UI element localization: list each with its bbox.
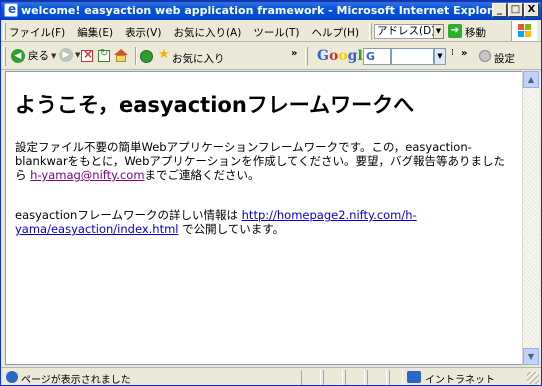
status-bar: ページが表示されました イントラネット <box>1 367 541 386</box>
title-bar[interactable]: welcome! easyaction web application fram… <box>1 1 541 20</box>
forward-arrow-icon: ▶ <box>59 48 73 62</box>
google-overflow-icon[interactable]: » <box>461 48 467 59</box>
back-dropdown-icon[interactable]: ▼ <box>51 52 56 60</box>
page-heading: ようこそ，easyactionフレームワークへ <box>15 93 415 117</box>
menu-items: ファイル(F) 編集(E) 表示(V) お気に入り(A) ツール(T) ヘルプ(… <box>9 25 359 40</box>
forward-dropdown-icon[interactable]: ▼ <box>75 51 80 59</box>
info-text-start: easyactionフレームワークの詳しい情報は <box>15 208 242 222</box>
intro-text-end: までご連絡ください。 <box>144 168 260 182</box>
windows-logo-icon <box>511 21 537 41</box>
page-content: ようこそ，easyactionフレームワークへ 設定ファイル不要の簡単Webアプ… <box>5 71 525 365</box>
minimize-button[interactable]: _ <box>492 3 507 17</box>
status-cell <box>345 370 365 385</box>
google-search-button[interactable]: G <box>363 48 391 65</box>
forward-button[interactable]: ▶ ▼ <box>59 48 80 62</box>
google-logo-letter: g <box>347 48 358 64</box>
browser-window: welcome! easyaction web application fram… <box>0 0 542 386</box>
page-done-icon <box>6 371 18 383</box>
settings-gear-icon[interactable] <box>479 50 491 62</box>
menu-favorites[interactable]: お気に入り(A) <box>173 25 241 40</box>
go-button[interactable]: 移動 <box>465 25 486 40</box>
ie-icon <box>4 1 18 19</box>
scroll-up-arrow-icon[interactable]: ▲ <box>523 71 539 88</box>
settings-button[interactable]: 設定 <box>494 51 515 66</box>
favorites-star-icon[interactable]: ★ <box>158 47 170 62</box>
info-paragraph: easyactionフレームワークの詳しい情報は http://homepage… <box>15 208 513 236</box>
status-text: ページが表示されました <box>21 375 131 386</box>
refresh-icon[interactable] <box>98 48 110 62</box>
toolbar-overflow-icon[interactable]: » <box>291 48 297 59</box>
back-label: 戻る <box>28 50 49 62</box>
google-logo-letter: o <box>328 48 339 64</box>
security-zone-label: イントラネット <box>425 375 495 386</box>
menu-file[interactable]: ファイル(F) <box>9 25 65 40</box>
google-logo-letter: G <box>317 48 329 64</box>
scrollbar-track[interactable] <box>523 88 539 348</box>
menu-view[interactable]: 表示(V) <box>125 25 161 40</box>
menu-bar: ファイル(F) 編集(E) 表示(V) お気に入り(A) ツール(T) ヘルプ(… <box>1 21 541 42</box>
intro-paragraph: 設定ファイル不要の簡単Webアプリケーションフレームワークです。この，easya… <box>15 140 513 182</box>
status-cell <box>389 370 403 385</box>
google-logo-letter: o <box>338 48 348 64</box>
status-cell <box>323 370 343 385</box>
toolbar-grip[interactable] <box>3 47 6 66</box>
menubar-grip[interactable] <box>3 23 6 40</box>
maximize-button[interactable]: □ <box>508 3 523 17</box>
menu-tools[interactable]: ツール(T) <box>253 25 299 40</box>
contact-email-link[interactable]: h-yamag@nifty.com <box>30 168 144 182</box>
go-arrow-icon[interactable]: ➔ <box>448 24 462 38</box>
toolbar-separator <box>135 47 137 65</box>
close-button[interactable]: X <box>524 3 539 17</box>
standard-toolbar: ◀ 戻る ▼ ▶ ▼ ★ お気に入り » Google G ▼ ⁞ » 設定 <box>1 43 541 70</box>
home-icon[interactable] <box>114 49 129 62</box>
google-options-icon[interactable]: ⁞ <box>451 48 454 58</box>
window-title: welcome! easyaction web application fram… <box>21 4 506 17</box>
menu-edit[interactable]: 編集(E) <box>77 25 113 40</box>
google-toolbar-grip[interactable] <box>305 47 308 66</box>
info-text-end: で公開しています。 <box>178 222 285 236</box>
status-cell <box>367 370 387 385</box>
stop-icon[interactable] <box>81 47 93 62</box>
back-button[interactable]: ◀ 戻る ▼ <box>11 48 56 63</box>
history-icon[interactable] <box>140 50 153 63</box>
intranet-zone-icon <box>407 371 421 383</box>
window-controls: _ □ X <box>492 3 539 17</box>
favorites-button[interactable]: お気に入り <box>172 51 225 66</box>
address-bar-label[interactable]: アドレス(D) <box>374 24 439 39</box>
menu-help[interactable]: ヘルプ(H) <box>311 25 359 40</box>
google-search-dropdown-icon[interactable]: ▼ <box>434 48 446 65</box>
google-search-input[interactable] <box>391 48 434 65</box>
scroll-down-arrow-icon[interactable]: ▼ <box>523 348 539 365</box>
addressbar-grip[interactable] <box>369 23 372 40</box>
address-dropdown-arrow-icon[interactable]: ▼ <box>433 24 444 39</box>
back-arrow-icon: ◀ <box>11 48 25 63</box>
resize-grip-icon[interactable] <box>527 372 539 384</box>
status-cell <box>301 370 321 385</box>
vertical-scrollbar[interactable]: ▲ ▼ <box>522 71 539 365</box>
